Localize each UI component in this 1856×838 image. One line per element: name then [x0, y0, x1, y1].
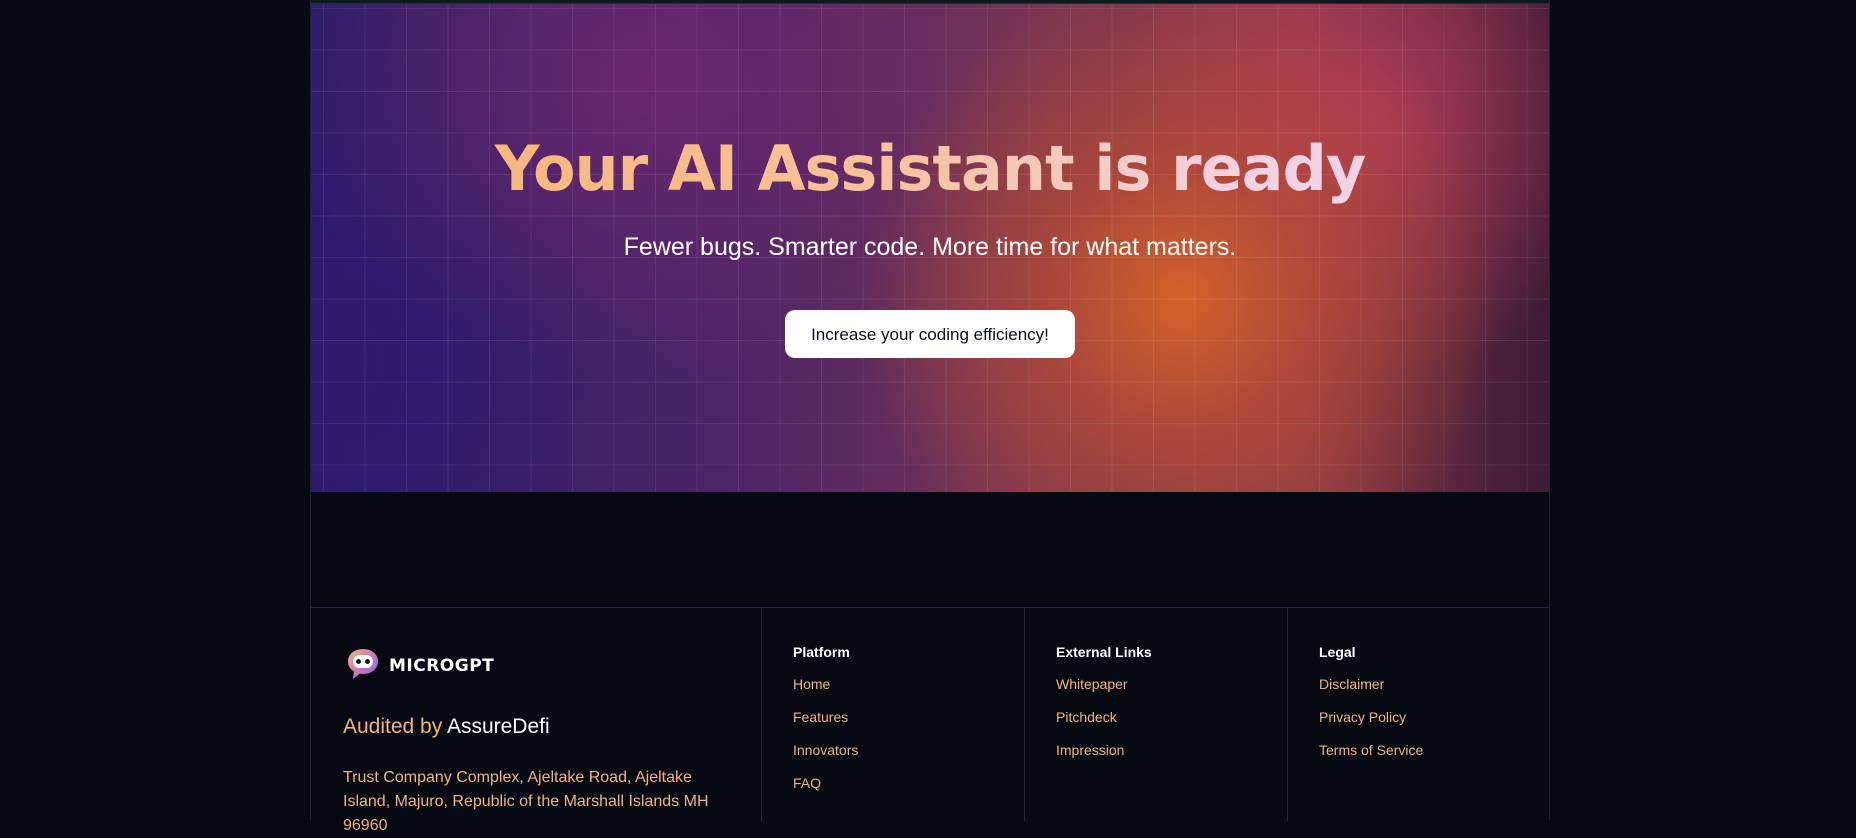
footer-link-list: Whitepaper Pitchdeck Impression	[1056, 676, 1128, 775]
footer-link-privacy-policy[interactable]: Privacy Policy	[1319, 709, 1423, 742]
page: Your AI Assistant is ready Fewer bugs. S…	[310, 0, 1550, 834]
footer-brand-column: MICROGPT Audited by AssureDefi Trust Com…	[311, 608, 762, 834]
footer-link-impression[interactable]: Impression	[1056, 742, 1128, 775]
footer-link-pitchdeck[interactable]: Pitchdeck	[1056, 709, 1128, 742]
footer-link-features[interactable]: Features	[793, 709, 858, 742]
auditor-name[interactable]: AssureDefi	[447, 715, 550, 738]
footer-column-title: External Links	[1056, 644, 1152, 660]
footer-column-title: Platform	[793, 644, 850, 660]
footer-link-disclaimer[interactable]: Disclaimer	[1319, 676, 1423, 709]
footer-link-list: Disclaimer Privacy Policy Terms of Servi…	[1319, 676, 1423, 775]
logo-wordmark: MICROGPT	[389, 656, 495, 676]
cta-button[interactable]: Increase your coding efficiency!	[785, 310, 1075, 358]
footer-link-innovators[interactable]: Innovators	[793, 742, 858, 775]
company-address: Trust Company Complex, Ajeltake Road, Aj…	[343, 769, 709, 834]
audited-prefix: Audited by	[343, 715, 443, 738]
hero-subtitle: Fewer bugs. Smarter code. More time for …	[623, 233, 1237, 261]
footer-link-home[interactable]: Home	[793, 676, 858, 709]
chat-bubble-logo-icon	[345, 646, 381, 686]
hero-top-border	[311, 0, 1549, 4]
logo[interactable]: MICROGPT	[345, 646, 494, 686]
footer-column-title: Legal	[1319, 644, 1356, 660]
footer-column-platform: Platform Home Features Innovators FAQ	[761, 608, 1025, 821]
footer-column-legal: Legal Disclaimer Privacy Policy Terms of…	[1287, 608, 1549, 821]
hero-title: Your AI Assistant is ready	[311, 132, 1549, 205]
footer-link-terms-of-service[interactable]: Terms of Service	[1319, 742, 1423, 775]
footer-link-whitepaper[interactable]: Whitepaper	[1056, 676, 1128, 709]
footer-link-list: Home Features Innovators FAQ	[793, 676, 858, 808]
footer: MICROGPT Audited by AssureDefi Trust Com…	[311, 607, 1549, 834]
footer-column-external-links: External Links Whitepaper Pitchdeck Impr…	[1024, 608, 1288, 821]
audit-statement: Audited by AssureDefi	[343, 715, 550, 739]
hero-section: Your AI Assistant is ready Fewer bugs. S…	[311, 0, 1549, 492]
footer-link-faq[interactable]: FAQ	[793, 775, 858, 808]
